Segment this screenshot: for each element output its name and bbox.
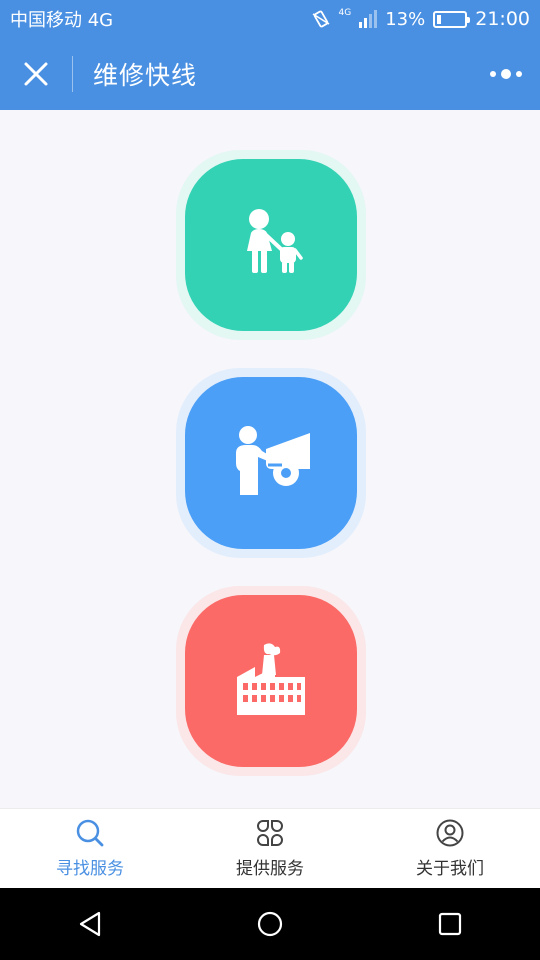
status-left: 中国移动 4G [10,6,113,32]
tab-label: 提供服务 [236,859,304,879]
main-content [0,110,540,808]
signal-icon [359,10,378,28]
more-button[interactable] [484,56,528,92]
more-dots-icon [490,71,496,77]
battery-percent: 13% [385,8,426,30]
page-title: 维修快线 [93,61,198,90]
battery-icon [433,10,471,28]
tab-about-us[interactable]: 关于我们 [360,809,540,888]
factory-icon [237,643,305,715]
user-icon [436,819,464,847]
more-dot-right [516,71,522,77]
carrier-label: 中国移动 4G [10,10,114,31]
recent-square-icon [438,912,462,936]
recent-apps-button[interactable] [420,894,480,954]
status-bar: 中国移动 4G 4G 13% 21:00 [0,0,540,38]
close-icon [24,62,48,86]
header: 维修快线 [0,38,540,110]
more-dot-center [501,69,511,79]
factory-tile[interactable] [176,586,366,776]
back-triangle-icon [79,911,101,937]
back-button[interactable] [60,894,120,954]
system-nav-bar [0,888,540,960]
tab-provide-service[interactable]: 提供服务 [180,809,360,888]
tab-label: 关于我们 [416,859,484,879]
close-button[interactable] [0,38,72,110]
services-grid-icon [257,820,283,846]
clock: 21:00 [475,8,530,30]
parent-child-icon [247,209,303,273]
tab-label: 寻找服务 [56,859,124,879]
tab-find-service[interactable]: 寻找服务 [0,809,180,888]
car-repair-tile-face [185,377,357,549]
factory-tile-face [185,595,357,767]
tab-bar: 寻找服务 提供服务 关于我们 [0,808,540,888]
vibrate-icon [312,10,329,28]
status-right: 4G 13% 21:00 [311,8,530,30]
car-repair-tile[interactable] [176,368,366,558]
search-icon [76,819,104,847]
car-repair-icon [236,426,310,495]
network-tag: 4G [338,8,352,18]
parent-child-tile[interactable] [176,150,366,340]
header-divider [72,56,73,92]
parent-child-tile-face [185,159,357,331]
home-circle-icon [257,911,283,937]
home-button[interactable] [240,894,300,954]
